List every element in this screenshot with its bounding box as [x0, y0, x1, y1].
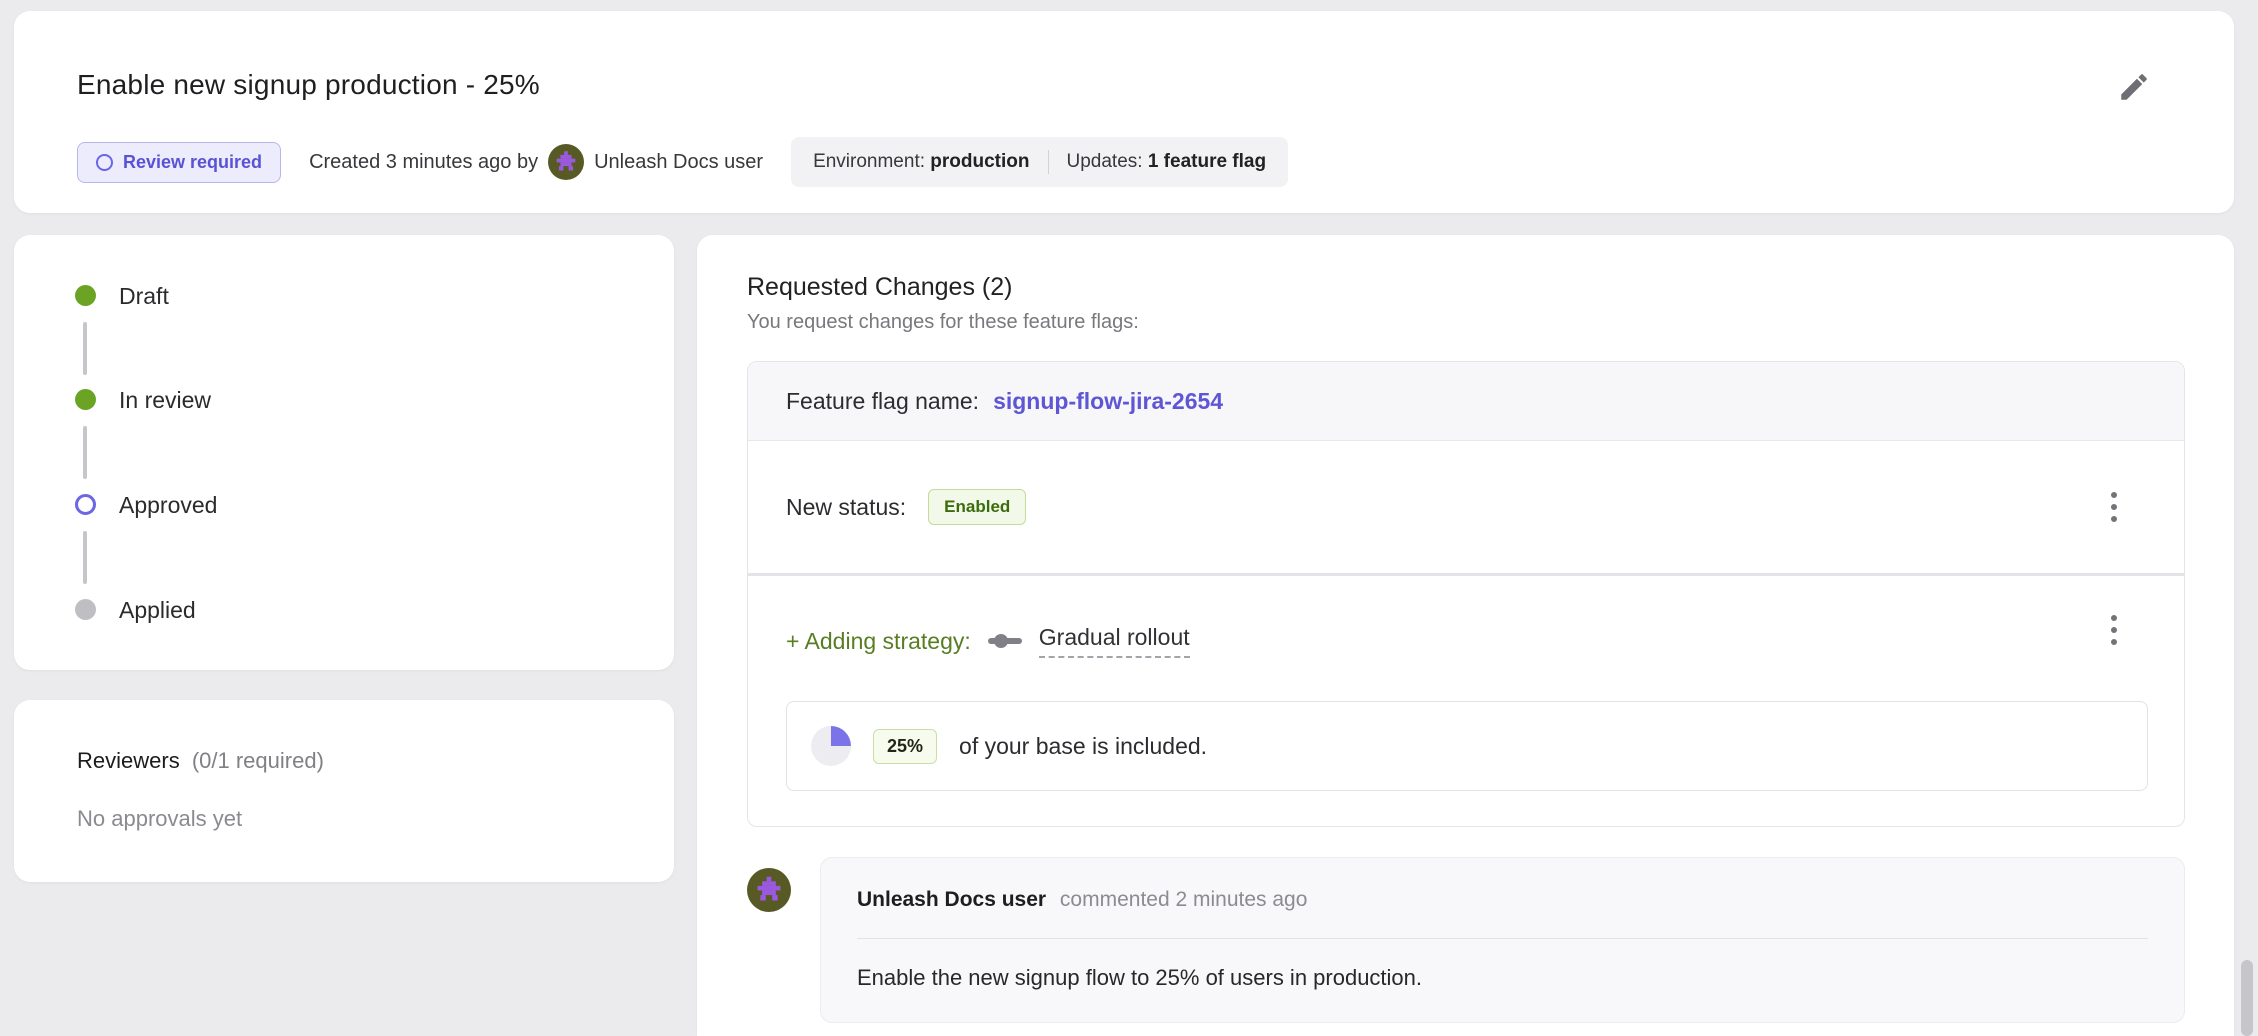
requested-changes-title: Requested Changes (2)	[747, 273, 1012, 302]
header-meta-row: Review required Created 3 minutes ago by…	[77, 135, 1288, 189]
timeline-connector	[83, 531, 87, 584]
requested-changes-panel: Requested Changes (2) You request change…	[697, 235, 2234, 1036]
strategy-change-section: + Adding strategy: Gradual rollout 25% o…	[748, 576, 2184, 826]
updates-pair: Updates: 1 feature flag	[1067, 151, 1267, 173]
environment-value: production	[930, 151, 1029, 172]
robot-avatar-icon	[753, 874, 785, 906]
timeline-dot-in-review	[75, 389, 96, 410]
timeline-label-approved: Approved	[119, 492, 217, 519]
reviewers-heading: Reviewers	[77, 748, 180, 773]
updates-label: Updates:	[1067, 151, 1143, 172]
author-name: Unleash Docs user	[594, 151, 763, 174]
reviewers-title: Reviewers (0/1 required)	[77, 748, 324, 774]
environment-label: Environment:	[813, 151, 925, 172]
timeline-label-applied: Applied	[119, 597, 196, 624]
comment-timestamp: commented 2 minutes ago	[1060, 888, 1307, 911]
rollout-description: of your base is included.	[959, 733, 1207, 760]
new-status-label: New status:	[786, 494, 906, 521]
reviewers-requirement: (0/1 required)	[192, 748, 324, 773]
flag-name-link[interactable]: signup-flow-jira-2654	[993, 388, 1223, 415]
author-avatar[interactable]	[548, 144, 584, 180]
comment-body-text: Enable the new signup flow to 25% of use…	[821, 939, 2184, 991]
review-required-badge[interactable]: Review required	[77, 142, 281, 183]
page-scrollbar-track[interactable]	[2236, 0, 2258, 1036]
reviewers-card: Reviewers (0/1 required) No approvals ye…	[14, 700, 674, 882]
adding-strategy-label: + Adding strategy:	[786, 628, 971, 655]
page-scrollbar-thumb[interactable]	[2241, 960, 2253, 1036]
comment-header: Unleash Docs user commented 2 minutes ag…	[821, 858, 2184, 912]
kebab-menu-icon	[2111, 492, 2117, 498]
comment-card: Unleash Docs user commented 2 minutes ag…	[820, 857, 2185, 1023]
page-title: Enable new signup production - 25%	[77, 69, 540, 101]
rollout-slider-icon	[987, 631, 1023, 651]
change-request-header-card: Enable new signup production - 25% Revie…	[14, 11, 2234, 213]
review-required-label: Review required	[123, 152, 262, 173]
requested-changes-subtitle: You request changes for these feature fl…	[747, 311, 1139, 334]
timeline-label-in-review: In review	[119, 387, 211, 414]
updates-value: 1 feature flag	[1148, 151, 1266, 172]
status-ring-icon	[96, 154, 113, 171]
timeline-connector	[83, 426, 87, 479]
change-request-timeline-card: Draft In review Approved Applied	[14, 235, 674, 670]
enabled-status-badge: Enabled	[928, 489, 1026, 525]
timeline-label-draft: Draft	[119, 283, 169, 310]
pie-chart-icon	[811, 726, 851, 766]
timeline-dot-approved	[75, 494, 96, 515]
comment-author-name: Unleash Docs user	[857, 888, 1046, 911]
environment-pair: Environment: production	[813, 151, 1029, 173]
strategy-name-link[interactable]: Gradual rollout	[1039, 624, 1190, 658]
feature-flag-change-card: Feature flag name: signup-flow-jira-2654…	[747, 361, 2185, 827]
no-approvals-text: No approvals yet	[77, 806, 242, 832]
created-text: Created 3 minutes ago by	[309, 151, 538, 174]
kebab-menu-icon	[2111, 615, 2117, 621]
flag-card-header: Feature flag name: signup-flow-jira-2654	[748, 362, 2184, 441]
robot-avatar-icon	[553, 149, 579, 175]
environment-summary-chip: Environment: production Updates: 1 featu…	[791, 137, 1288, 187]
strategy-change-menu-button[interactable]	[2096, 606, 2132, 654]
created-by-group: Created 3 minutes ago by Unleash Docs us…	[309, 144, 763, 180]
rollout-summary-box: 25% of your base is included.	[786, 701, 2148, 791]
flag-name-label: Feature flag name:	[786, 388, 979, 415]
comment-author-avatar[interactable]	[747, 868, 791, 912]
rollout-percent-badge: 25%	[873, 729, 937, 764]
edit-title-button[interactable]	[2114, 67, 2154, 107]
timeline-dot-applied	[75, 599, 96, 620]
chip-divider	[1048, 150, 1049, 174]
timeline-dot-draft	[75, 285, 96, 306]
timeline-connector	[83, 322, 87, 375]
pencil-icon	[2117, 70, 2151, 104]
new-status-row: New status: Enabled	[748, 441, 2184, 573]
status-change-menu-button[interactable]	[2096, 483, 2132, 531]
adding-strategy-row: + Adding strategy: Gradual rollout	[786, 618, 1190, 664]
